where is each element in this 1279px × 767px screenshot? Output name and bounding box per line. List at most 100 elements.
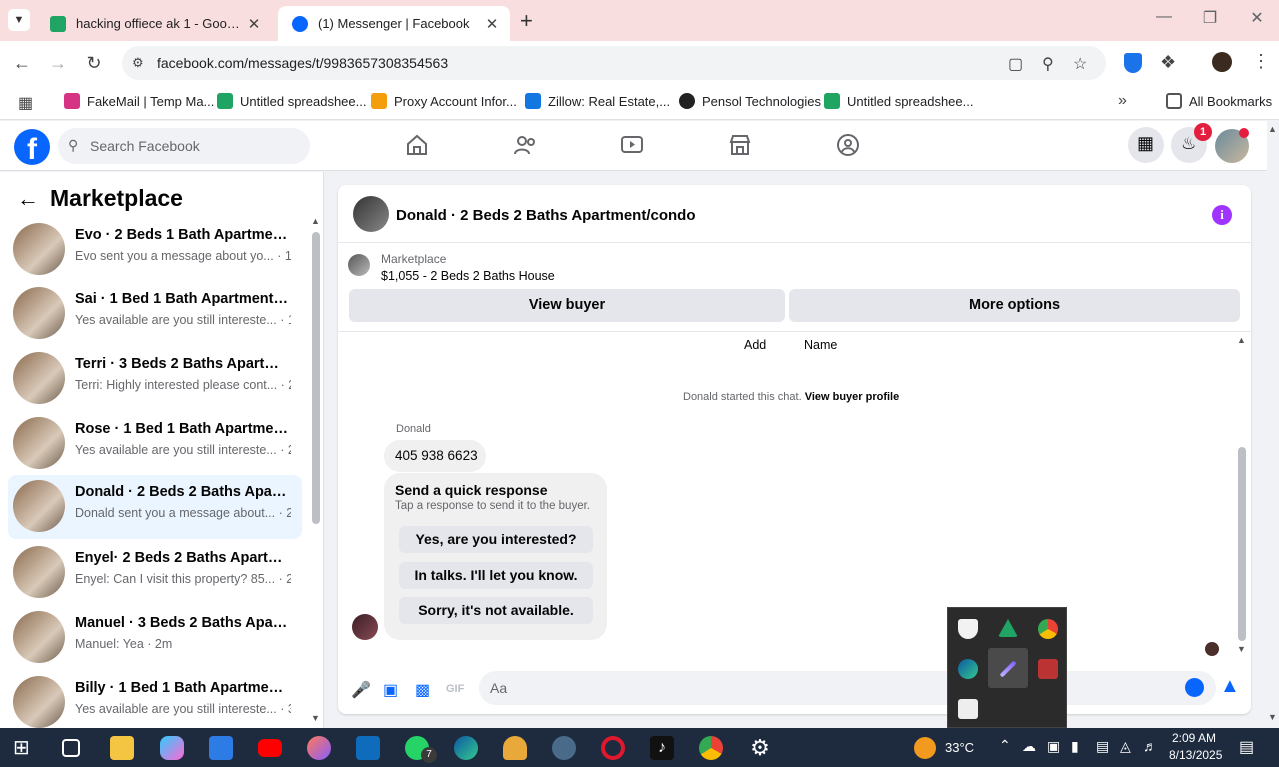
drive-icon[interactable] [998,619,1018,637]
chat-avatar[interactable] [353,196,389,232]
home-icon[interactable] [405,133,429,157]
tray-overflow-chevron[interactable]: ⌃ [999,737,1011,754]
groups-icon[interactable] [836,133,860,157]
name-label[interactable]: Name [804,338,837,352]
blocked-app-icon[interactable] [958,699,978,719]
notification-center-icon[interactable]: ▤ [1239,737,1254,757]
windows-start-icon[interactable]: ⊞ [13,736,37,760]
window-close-button[interactable]: ✕ [1242,8,1272,28]
conversation-item[interactable]: Billy · 1 Bed 1 Bath Apartment/c... Yes a… [8,671,302,728]
all-bookmarks[interactable]: All Bookmarks [1166,93,1272,109]
conversation-item[interactable]: Sai · 1 Bed 1 Bath Apartment/co... Yes av… [8,282,302,344]
app-gear-icon[interactable] [552,736,576,760]
task-view-icon[interactable] [62,739,80,757]
volume-icon[interactable]: ♬ [1143,738,1157,754]
conversation-item[interactable]: Rose · 1 Bed 1 Bath Apartment/c... Yes av… [8,412,302,474]
view-buyer-button[interactable]: View buyer [349,289,785,322]
store-icon[interactable] [209,736,233,760]
chrome-icon[interactable] [1038,619,1058,639]
add-label[interactable]: Add [744,338,766,352]
back-arrow-icon[interactable]: ← [17,186,39,212]
sticker-icon[interactable]: ▩ [415,680,430,700]
edge-icon[interactable] [454,736,478,760]
shield-extension-icon[interactable] [1124,53,1142,73]
more-options-button[interactable]: More options [789,289,1240,322]
back-arrow-icon[interactable]: ← [10,51,34,75]
facebook-logo[interactable]: f [14,129,50,166]
bookmark-star-icon[interactable]: ☆ [1073,54,1087,74]
more-bookmarks-icon[interactable]: » [1118,92,1127,110]
quick-reply-yes[interactable]: Yes, are you interested? [399,526,593,553]
tiktok-icon[interactable]: ♪ [650,736,674,760]
view-buyer-profile-link[interactable]: View buyer profile [805,391,900,403]
page-scroll-up[interactable]: ▲ [1268,124,1277,134]
new-tab-button[interactable]: + [520,8,533,34]
emoji-icon[interactable] [1185,678,1204,697]
chat-scroll-down[interactable]: ▼ [1237,644,1246,654]
youtube-icon[interactable] [258,739,282,757]
conversation-item[interactable]: Evo · 2 Beds 1 Bath Apartment/c... Evo se… [8,218,302,280]
tab-messenger[interactable]: (1) Messenger | Facebook ✕ [278,6,510,41]
extensions-puzzle-icon[interactable]: ❖ [1160,52,1176,73]
conversation-item[interactable]: Enyel· 2 Beds 2 Baths Apartmen... Enyel: … [8,541,302,603]
address-bar[interactable]: ⚙ facebook.com/messages/t/99836573083545… [122,46,1106,80]
friends-icon[interactable] [513,133,537,157]
clock-time[interactable]: 2:09 AM [1172,731,1216,745]
tray-app-icon[interactable]: ▣ [1047,738,1060,755]
reload-icon[interactable]: ↻ [82,51,106,75]
chrome-menu-icon[interactable]: ⋮ [1252,51,1270,72]
wifi-icon[interactable]: ◬ [1120,738,1131,755]
conversation-item-active[interactable]: Donald · 2 Beds 2 Baths Apartm... Donald … [8,475,302,539]
chat-scroll-up[interactable]: ▲ [1237,335,1246,345]
chat-title[interactable]: Donald · 2 Beds 2 Baths Apartment/condo [396,207,695,224]
marketplace-icon[interactable] [728,133,752,157]
minimize-button[interactable]: — [1149,8,1179,26]
profile-avatar[interactable] [1212,52,1232,72]
gif-icon[interactable]: GIF [446,683,464,695]
remote-desktop-icon[interactable] [1038,659,1058,679]
network-adapter-icon[interactable]: ▤ [1096,738,1109,755]
bookmark-spreadsheet-2[interactable]: Untitled spreadshee... [824,93,973,109]
opera-icon[interactable] [601,736,625,760]
menu-grid-button[interactable]: ▦ [1128,127,1164,163]
restore-button[interactable]: ❐ [1195,8,1225,28]
microphone-icon[interactable]: 🎤 [351,680,371,700]
outlook-icon[interactable] [356,736,380,760]
app-sphere-icon[interactable] [307,736,331,760]
chrome-icon[interactable] [699,736,723,760]
sidebar-scrollbar[interactable] [312,232,320,524]
bookmark-pensol[interactable]: Pensol Technologies [679,93,821,109]
zoom-icon[interactable]: ⚲ [1042,54,1054,74]
bookmark-spreadsheet-1[interactable]: Untitled spreadshee... [217,93,366,109]
copilot-icon[interactable] [160,736,184,760]
close-icon[interactable]: ✕ [244,15,264,33]
battery-icon[interactable]: ▮ [1071,738,1079,755]
listing-title[interactable]: $1,055 - 2 Beds 2 Baths House [381,269,555,283]
award-icon[interactable] [503,736,527,760]
scroll-down-arrow[interactable]: ▼ [311,713,320,723]
bookmark-zillow[interactable]: Zillow: Real Estate,... [525,93,670,109]
message-input[interactable]: Aa [479,671,1216,705]
apps-grid-icon[interactable]: ▦ [18,93,33,113]
site-info-icon[interactable]: ⚙ [132,55,144,71]
page-scroll-down[interactable]: ▼ [1268,712,1277,722]
tab-google-sheets[interactable]: hacking offiece ak 1 - Google S ✕ [36,6,272,41]
video-icon[interactable] [620,133,644,157]
photo-icon[interactable]: ▣ [383,680,398,700]
onedrive-icon[interactable]: ☁ [1022,738,1036,755]
message-bubble[interactable]: 405 938 6623 [384,440,486,472]
info-icon[interactable]: i [1212,205,1232,225]
forward-arrow-icon[interactable]: → [46,51,70,75]
file-explorer-icon[interactable] [110,736,134,760]
temperature[interactable]: 33°C [945,740,974,755]
conversation-item[interactable]: Terri · 3 Beds 2 Baths Apartment... Terri… [8,347,302,409]
quick-reply-in-talks[interactable]: In talks. I'll let you know. [399,562,593,589]
edge-icon[interactable] [958,659,978,679]
weather-icon[interactable] [914,737,936,759]
quick-reply-not-available[interactable]: Sorry, it's not available. [399,597,593,624]
bookmark-proxy[interactable]: Proxy Account Infor... [371,93,517,109]
settings-gear-icon[interactable]: ⚙ [748,736,772,760]
tab-search-button[interactable]: ▼ [8,9,30,31]
chat-scrollbar[interactable] [1238,447,1246,641]
conversation-item[interactable]: Manuel · 3 Beds 2 Baths Apartm... Manuel:… [8,606,302,668]
